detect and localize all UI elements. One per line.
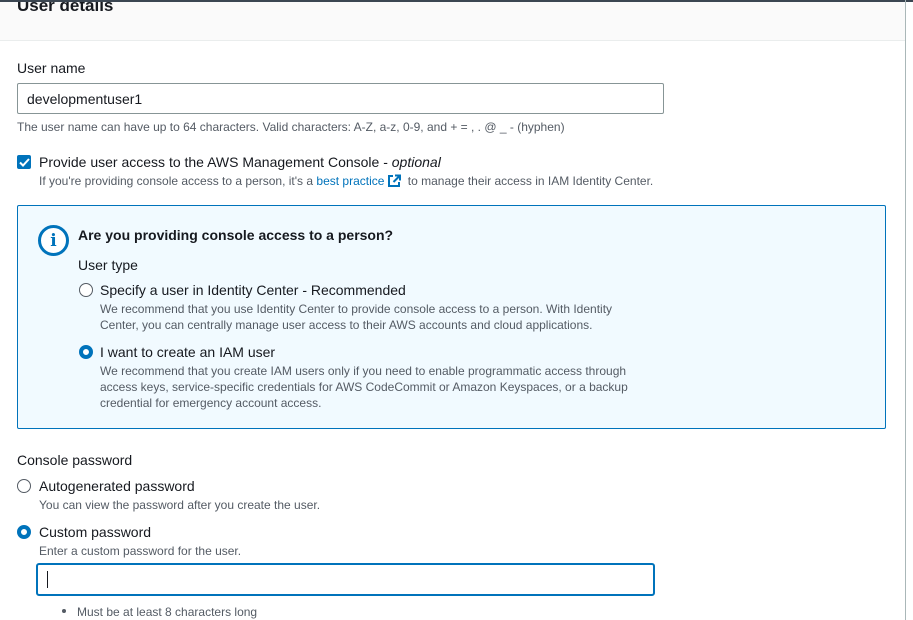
console-access-checkbox[interactable] (17, 155, 31, 169)
info-box-title: Are you providing console access to a pe… (78, 227, 394, 243)
right-divider (905, 0, 906, 620)
best-practice-link[interactable]: best practice (316, 174, 384, 188)
custom-password-input[interactable] (36, 563, 655, 596)
console-access-label[interactable]: Provide user access to the AWS Managemen… (39, 154, 441, 170)
identity-center-option-label[interactable]: Specify a user in Identity Center - Reco… (100, 282, 406, 298)
autogenerated-password-label[interactable]: Autogenerated password (39, 478, 195, 494)
autogenerated-password-radio[interactable] (17, 479, 31, 493)
username-input[interactable]: developmentuser1 (17, 83, 664, 114)
console-access-hint: If you're providing console access to a … (39, 174, 653, 191)
user-details-page: User details User name developmentuser1 … (0, 0, 913, 620)
iam-user-desc-line2: access keys, service-specific credential… (100, 380, 628, 394)
hint-text-before: If you're providing console access to a … (39, 174, 317, 188)
user-type-label: User type (78, 257, 138, 273)
username-label: User name (17, 60, 86, 76)
identity-center-radio[interactable] (79, 283, 93, 297)
custom-password-desc: Enter a custom password for the user. (39, 544, 242, 558)
console-access-info-box: i Are you providing console access to a … (17, 205, 886, 429)
checkmark-icon (18, 157, 30, 167)
iam-user-desc-line3: credential for emergency account access. (100, 396, 322, 410)
custom-password-label[interactable]: Custom password (39, 524, 151, 540)
iam-user-option-label[interactable]: I want to create an IAM user (100, 344, 275, 360)
password-requirement: Must be at least 8 characters long (77, 605, 258, 619)
username-hint: The user name can have up to 64 characte… (17, 120, 565, 134)
optional-tag: optional (391, 154, 441, 170)
hint-text-after: to manage their access in IAM Identity C… (404, 174, 654, 188)
top-border (0, 0, 913, 2)
console-access-label-text: Provide user access to the AWS Managemen… (39, 154, 392, 170)
external-link-icon[interactable] (387, 174, 402, 191)
console-password-label: Console password (17, 452, 133, 468)
custom-password-radio[interactable] (17, 525, 31, 539)
info-icon: i (38, 225, 69, 256)
section-title: User details (17, 0, 114, 15)
iam-user-radio[interactable] (79, 345, 93, 359)
username-value: developmentuser1 (27, 90, 143, 107)
text-caret (47, 571, 48, 588)
identity-center-desc-line1: We recommend that you use Identity Cente… (100, 302, 613, 316)
section-header: User details (0, 0, 905, 41)
identity-center-desc-line2: Center, you can centrally manage user ac… (100, 318, 593, 332)
requirement-bullet (62, 609, 66, 613)
autogenerated-password-desc: You can view the password after you crea… (39, 498, 321, 512)
iam-user-desc-line1: We recommend that you create IAM users o… (100, 364, 627, 378)
